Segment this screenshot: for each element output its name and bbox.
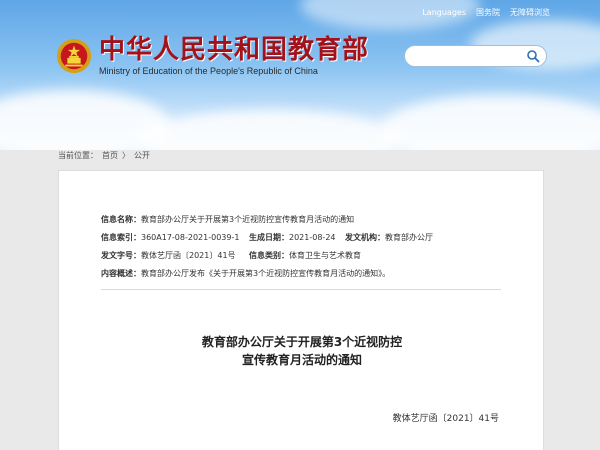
- breadcrumb: 当前位置： 首页 〉 公开: [58, 150, 150, 161]
- site-logo[interactable]: 中华人民共和国教育部 Ministry of Education of the …: [55, 35, 369, 76]
- content-panel: 信息名称：教育部办公厅关于开展第3个近视防控宣传教育月活动的通知 信息索引：36…: [58, 170, 544, 450]
- top-navigation: Languages 国务院 无障碍浏览: [422, 7, 550, 18]
- info-name-label: 信息名称：: [101, 215, 141, 224]
- site-subtitle: Ministry of Education of the People's Re…: [99, 66, 318, 76]
- meta-row-docno: 发文字号：教体艺厅函〔2021〕41号 信息类别：体育卫生与艺术教育: [101, 247, 390, 265]
- meta-row-name: 信息名称：教育部办公厅关于开展第3个近视防控宣传教育月活动的通知: [101, 211, 390, 229]
- document-metadata: 信息名称：教育部办公厅关于开展第3个近视防控宣传教育月活动的通知 信息索引：36…: [101, 211, 433, 283]
- document-title: 教育部办公厅关于开展第3个近视防控 宣传教育月活动的通知: [59, 333, 545, 369]
- index-label: 信息索引：: [101, 233, 141, 242]
- doc-no-label: 发文字号：: [101, 251, 141, 260]
- category-value: 体育卫生与艺术教育: [289, 251, 361, 260]
- breadcrumb-public[interactable]: 公开: [134, 150, 150, 161]
- cloud-decoration: [380, 95, 600, 150]
- info-name-value: 教育部办公厅关于开展第3个近视防控宣传教育月活动的通知: [141, 215, 355, 224]
- category-label: 信息类别：: [249, 251, 289, 260]
- date-value: 2021-08-24: [289, 233, 336, 242]
- divider: [101, 289, 501, 290]
- search-box[interactable]: [404, 45, 547, 67]
- search-icon[interactable]: [526, 49, 540, 63]
- state-council-link[interactable]: 国务院: [476, 7, 500, 18]
- index-value: 360A17-08-2021-0039-1: [141, 233, 240, 242]
- breadcrumb-label: 当前位置：: [58, 151, 98, 160]
- meta-row-index: 信息索引：360A17-08-2021-0039-1 生成日期：2021-08-…: [101, 229, 433, 247]
- issuer-label: 发文机构：: [345, 233, 385, 242]
- accessibility-link[interactable]: 无障碍浏览: [510, 7, 550, 18]
- document-title-line-2: 宣传教育月活动的通知: [241, 353, 362, 367]
- date-label: 生成日期：: [249, 233, 289, 242]
- site-title: 中华人民共和国教育部: [99, 35, 370, 65]
- summary-value: 教育部办公厅发布《关于开展第3个近视防控宣传教育月活动的通知》。: [141, 269, 391, 278]
- issuer-value: 教育部办公厅: [385, 233, 433, 242]
- meta-row-summary: 内容概述：教育部办公厅发布《关于开展第3个近视防控宣传教育月活动的通知》。: [101, 265, 390, 283]
- doc-no-value: 教体艺厅函〔2021〕41号: [141, 251, 236, 260]
- languages-link[interactable]: Languages: [422, 8, 466, 17]
- national-emblem-icon: [56, 38, 92, 73]
- summary-label: 内容概述：: [101, 269, 141, 278]
- breadcrumb-separator: 〉: [122, 151, 130, 160]
- document-number: 教体艺厅函〔2021〕41号: [392, 414, 499, 424]
- cloud-decoration: [140, 110, 400, 150]
- document-title-line-1: 教育部办公厅关于开展第3个近视防控: [201, 335, 403, 349]
- site-header: Languages 国务院 无障碍浏览 中华人民共和国教育部 Ministry …: [0, 0, 600, 150]
- breadcrumb-home[interactable]: 首页: [102, 150, 118, 161]
